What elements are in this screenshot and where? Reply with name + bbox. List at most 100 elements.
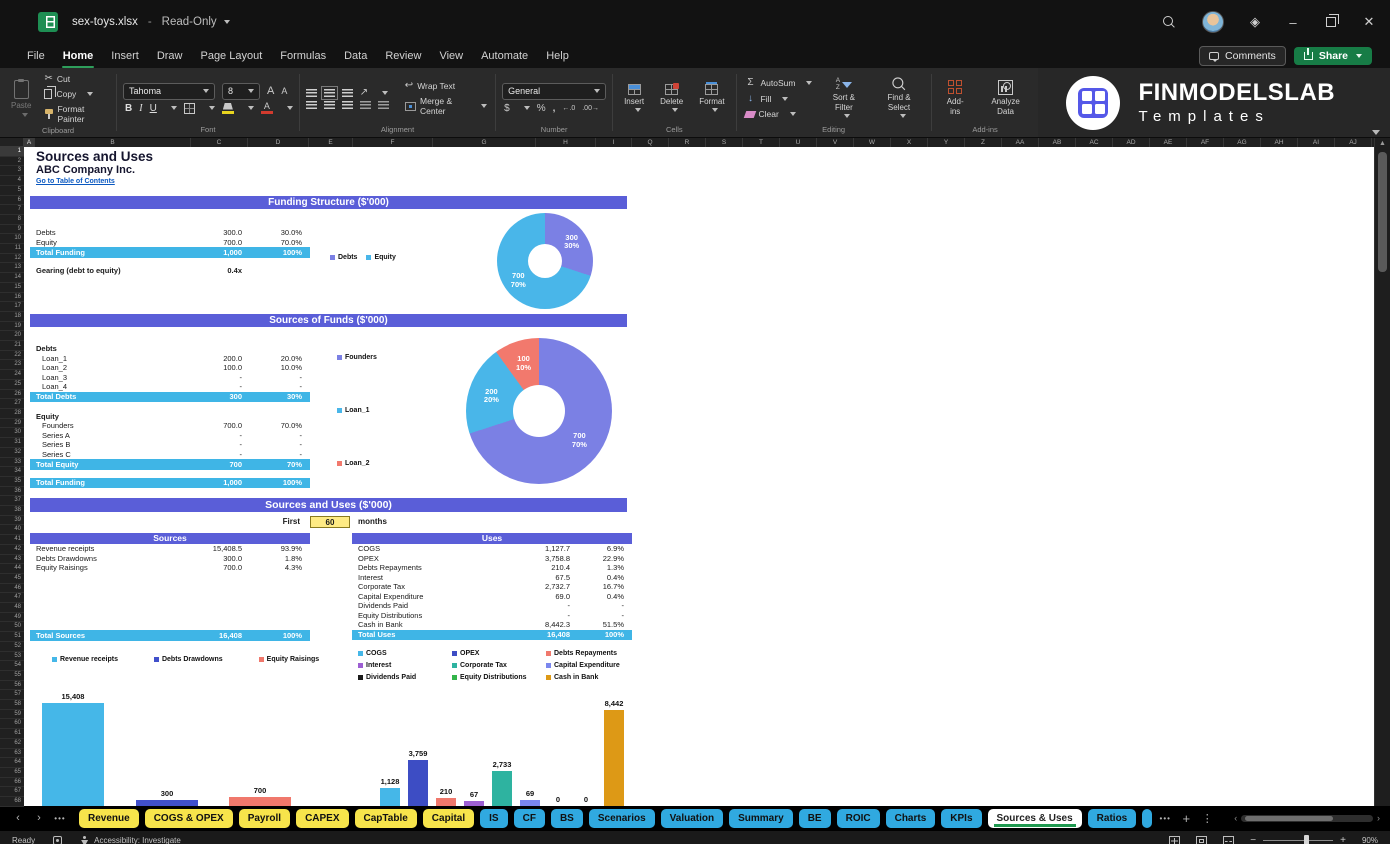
grow-font-icon[interactable]: A xyxy=(267,85,274,97)
copy-button[interactable]: Copy xyxy=(42,88,110,100)
format-painter-button[interactable]: Format Painter xyxy=(42,103,110,125)
font-color-button[interactable]: A xyxy=(261,103,273,114)
row-header-53[interactable]: 53 xyxy=(0,652,24,662)
sheet-tab-cf[interactable]: CF xyxy=(514,809,545,828)
column-header-Z[interactable]: Z xyxy=(965,138,1002,147)
fill-button[interactable]: ↓ Fill xyxy=(743,92,815,105)
sheet-tab-stub[interactable] xyxy=(1142,809,1152,828)
increase-decimal-icon[interactable]: ←.0 xyxy=(562,105,575,112)
addins-button[interactable]: Add-ins xyxy=(938,78,973,117)
row-header-15[interactable]: 15 xyxy=(0,283,24,293)
column-header-U[interactable]: U xyxy=(780,138,817,147)
column-header-AE[interactable]: AE xyxy=(1150,138,1187,147)
chevron-down-icon[interactable] xyxy=(171,106,177,110)
vertical-scrollbar[interactable]: ▲ xyxy=(1374,138,1390,806)
chevron-down-icon[interactable] xyxy=(287,106,293,110)
row-header-23[interactable]: 23 xyxy=(0,360,24,370)
row-header-35[interactable]: 35 xyxy=(0,477,24,487)
menu-item-review[interactable]: Review xyxy=(376,46,430,66)
chevron-down-icon[interactable] xyxy=(524,106,530,110)
sheet-tab-capital[interactable]: Capital xyxy=(423,809,474,828)
column-header-AI[interactable]: AI xyxy=(1298,138,1335,147)
select-all-corner[interactable] xyxy=(0,138,24,147)
sheet-canvas[interactable]: Sources and Uses ABC Company Inc. Go to … xyxy=(24,147,1374,806)
row-header-61[interactable]: 61 xyxy=(0,729,24,739)
row-header-3[interactable]: 3 xyxy=(0,166,24,176)
row-header-19[interactable]: 19 xyxy=(0,322,24,332)
row-header-7[interactable]: 7 xyxy=(0,205,24,215)
column-header-AF[interactable]: AF xyxy=(1187,138,1224,147)
row-header-41[interactable]: 41 xyxy=(0,535,24,545)
chevron-down-icon[interactable] xyxy=(382,91,388,95)
tabs-more-icon[interactable]: ••• xyxy=(52,814,68,823)
column-header-V[interactable]: V xyxy=(817,138,854,147)
zoom-slider-handle[interactable] xyxy=(1304,835,1309,844)
row-header-47[interactable]: 47 xyxy=(0,593,24,603)
row-header-1[interactable]: 1 xyxy=(0,147,24,157)
tabs-overflow-icon[interactable]: ••• xyxy=(1157,814,1173,823)
merge-center-button[interactable]: Merge & Center xyxy=(403,95,489,117)
sheet-tab-summary[interactable]: Summary xyxy=(729,809,793,828)
number-format-select[interactable]: General xyxy=(502,83,606,100)
sheet-tab-captable[interactable]: CapTable xyxy=(355,809,417,828)
row-header-10[interactable]: 10 xyxy=(0,234,24,244)
row-header-21[interactable]: 21 xyxy=(0,341,24,351)
add-sheet-button[interactable]: + xyxy=(1178,811,1194,826)
menu-item-file[interactable]: File xyxy=(18,46,54,66)
sheet-tab-capex[interactable]: CAPEX xyxy=(296,809,348,828)
column-headers[interactable]: ABCDEFGHIQRSTUVWXYZAAABACADAEAFAGAHAIAJ xyxy=(24,138,1374,147)
row-header-38[interactable]: 38 xyxy=(0,506,24,516)
row-header-46[interactable]: 46 xyxy=(0,584,24,594)
column-header-B[interactable]: B xyxy=(35,138,191,147)
row-header-6[interactable]: 6 xyxy=(0,196,24,206)
chevron-down-icon[interactable] xyxy=(209,106,215,110)
tabs-next-icon[interactable]: › xyxy=(31,812,47,824)
row-header-40[interactable]: 40 xyxy=(0,525,24,535)
row-header-58[interactable]: 58 xyxy=(0,700,24,710)
cut-button[interactable]: ✂ Cut xyxy=(42,72,110,85)
row-header-29[interactable]: 29 xyxy=(0,419,24,429)
comma-style-icon[interactable]: , xyxy=(553,103,556,114)
decrease-decimal-icon[interactable]: .00→ xyxy=(582,105,599,112)
menu-item-data[interactable]: Data xyxy=(335,46,376,66)
row-header-43[interactable]: 43 xyxy=(0,555,24,565)
row-header-49[interactable]: 49 xyxy=(0,613,24,623)
row-header-18[interactable]: 18 xyxy=(0,312,24,322)
row-header-22[interactable]: 22 xyxy=(0,351,24,361)
zoom-level[interactable]: 90% xyxy=(1362,836,1378,844)
insert-cells-button[interactable]: Insert xyxy=(619,82,649,114)
orientation-icon[interactable]: ↗ xyxy=(360,87,368,98)
row-header-20[interactable]: 20 xyxy=(0,331,24,341)
find-select-button[interactable]: Find & Select xyxy=(873,76,924,119)
row-header-48[interactable]: 48 xyxy=(0,603,24,613)
search-icon[interactable] xyxy=(1163,16,1176,29)
column-header-S[interactable]: S xyxy=(706,138,743,147)
accessibility-status[interactable]: Accessibility: Investigate xyxy=(94,836,181,844)
bold-button[interactable]: B xyxy=(125,103,132,114)
page-layout-view-icon[interactable] xyxy=(1196,836,1207,844)
normal-view-icon[interactable] xyxy=(1169,836,1180,844)
sheet-tab-cogs-opex[interactable]: COGS & OPEX xyxy=(145,809,233,828)
row-header-17[interactable]: 17 xyxy=(0,302,24,312)
horizontal-scroll-thumb[interactable] xyxy=(1245,816,1333,821)
row-header-24[interactable]: 24 xyxy=(0,370,24,380)
align-center-icon[interactable] xyxy=(324,101,335,109)
read-only-label[interactable]: Read-Only xyxy=(162,16,217,28)
underline-button[interactable]: U xyxy=(150,103,157,114)
autosum-button[interactable]: Σ AutoSum xyxy=(743,76,815,89)
italic-button[interactable]: I xyxy=(139,103,142,114)
column-header-AC[interactable]: AC xyxy=(1076,138,1113,147)
menu-item-view[interactable]: View xyxy=(430,46,472,66)
column-header-H[interactable]: H xyxy=(536,138,596,147)
row-header-59[interactable]: 59 xyxy=(0,710,24,720)
row-header-39[interactable]: 39 xyxy=(0,516,24,526)
column-header-W[interactable]: W xyxy=(854,138,891,147)
column-header-AB[interactable]: AB xyxy=(1039,138,1076,147)
column-header-AH[interactable]: AH xyxy=(1261,138,1298,147)
row-header-44[interactable]: 44 xyxy=(0,564,24,574)
column-header-F[interactable]: F xyxy=(353,138,433,147)
months-input-cell[interactable]: 60 xyxy=(310,516,350,528)
sheet-tab-sources-uses[interactable]: Sources & Uses xyxy=(988,809,1082,828)
menu-item-insert[interactable]: Insert xyxy=(102,46,148,66)
hscroll-right-icon[interactable]: › xyxy=(1377,813,1380,823)
